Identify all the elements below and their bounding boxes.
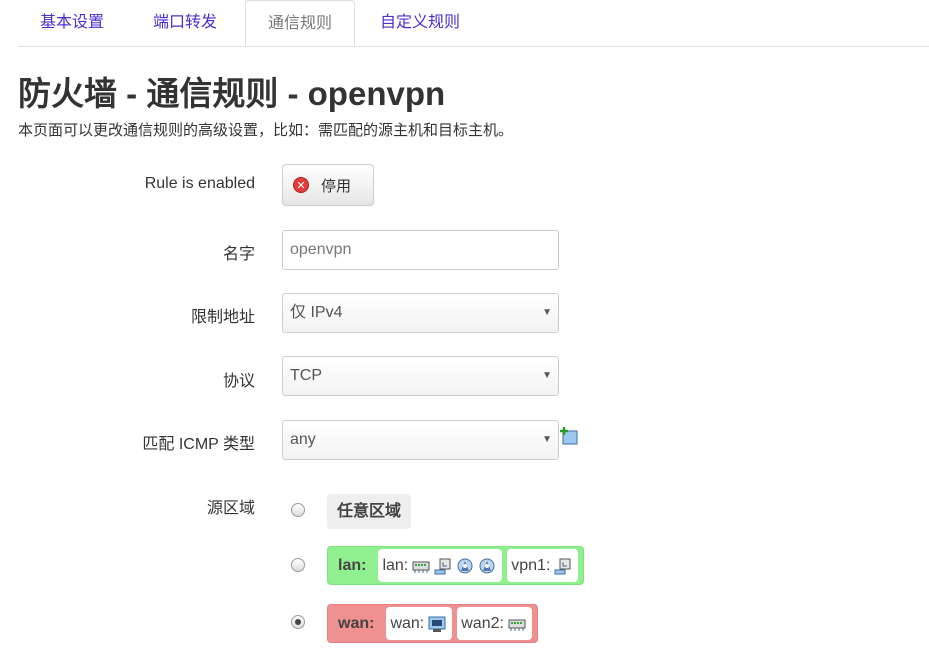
network-wan2-name: wan2:	[461, 614, 504, 632]
add-icon[interactable]	[560, 427, 578, 445]
network-lan-name: lan:	[382, 556, 409, 574]
protocol-label: 协议	[222, 373, 255, 390]
stop-icon: ✕	[293, 177, 309, 193]
wifi-ap-icon	[479, 558, 495, 573]
zone-wan-name: wan:	[338, 614, 375, 632]
chevron-down-icon: ▼	[542, 370, 552, 381]
switch-icon	[412, 561, 430, 573]
page-description: 本页面可以更改通信规则的高级设置，比如：需匹配的源主机和目标主机。	[18, 122, 514, 139]
network-wan: wan:	[386, 607, 453, 640]
network-vpn1: vpn1:	[507, 549, 579, 582]
zone-wan-radio[interactable]	[291, 615, 305, 629]
page-title: 防火墙 - 通信规则 - openvpn	[18, 75, 446, 112]
tab-traffic-rules[interactable]: 通信规则	[245, 0, 356, 46]
zone-lan-badge: lan: lan: vpn1:	[327, 546, 585, 585]
switch-icon	[508, 619, 526, 631]
zone-wan-badge: wan: wan: wan2:	[327, 604, 538, 643]
wifi-client-icon	[554, 558, 571, 574]
icmp-select[interactable]: any ▼	[282, 420, 559, 460]
ethernet-port-icon	[428, 616, 446, 632]
wifi-ap-icon	[457, 558, 473, 573]
chevron-down-icon: ▼	[542, 434, 552, 445]
protocol-select-value: TCP	[290, 367, 322, 384]
network-wan-name: wan:	[390, 614, 425, 632]
name-label: 名字	[222, 246, 255, 263]
zone-lan-radio[interactable]	[291, 558, 305, 572]
family-select[interactable]: 仅 IPv4 ▼	[282, 293, 559, 333]
disable-button-label: 停用	[321, 177, 352, 195]
network-vpn1-name: vpn1:	[511, 556, 551, 574]
tab-bar: 基本设置 端口转发 通信规则 自定义规则	[18, 0, 929, 47]
tab-custom-rules[interactable]: 自定义规则	[358, 0, 482, 45]
tab-basic-settings[interactable]: 基本设置	[18, 0, 126, 45]
source-zone-label: 源区域	[206, 500, 255, 517]
wifi-client-icon	[434, 558, 451, 574]
name-input[interactable]: openvpn	[282, 230, 559, 270]
family-select-value: 仅 IPv4	[290, 304, 343, 321]
protocol-select[interactable]: TCP ▼	[282, 356, 559, 396]
tab-port-forwards[interactable]: 端口转发	[131, 0, 239, 45]
icmp-select-value: any	[290, 431, 316, 448]
zone-any-radio[interactable]	[291, 503, 305, 517]
zone-any-badge: 任意区域	[327, 494, 412, 529]
disable-button[interactable]: ✕ 停用	[282, 164, 374, 206]
chevron-down-icon: ▼	[542, 307, 552, 318]
network-wan2: wan2:	[457, 607, 532, 640]
family-label: 限制地址	[190, 309, 255, 326]
enabled-label: Rule is enabled	[144, 175, 255, 192]
network-lan: lan:	[378, 549, 503, 582]
icmp-label: 匹配 ICMP 类型	[142, 436, 255, 453]
zone-lan-name: lan:	[338, 556, 367, 574]
